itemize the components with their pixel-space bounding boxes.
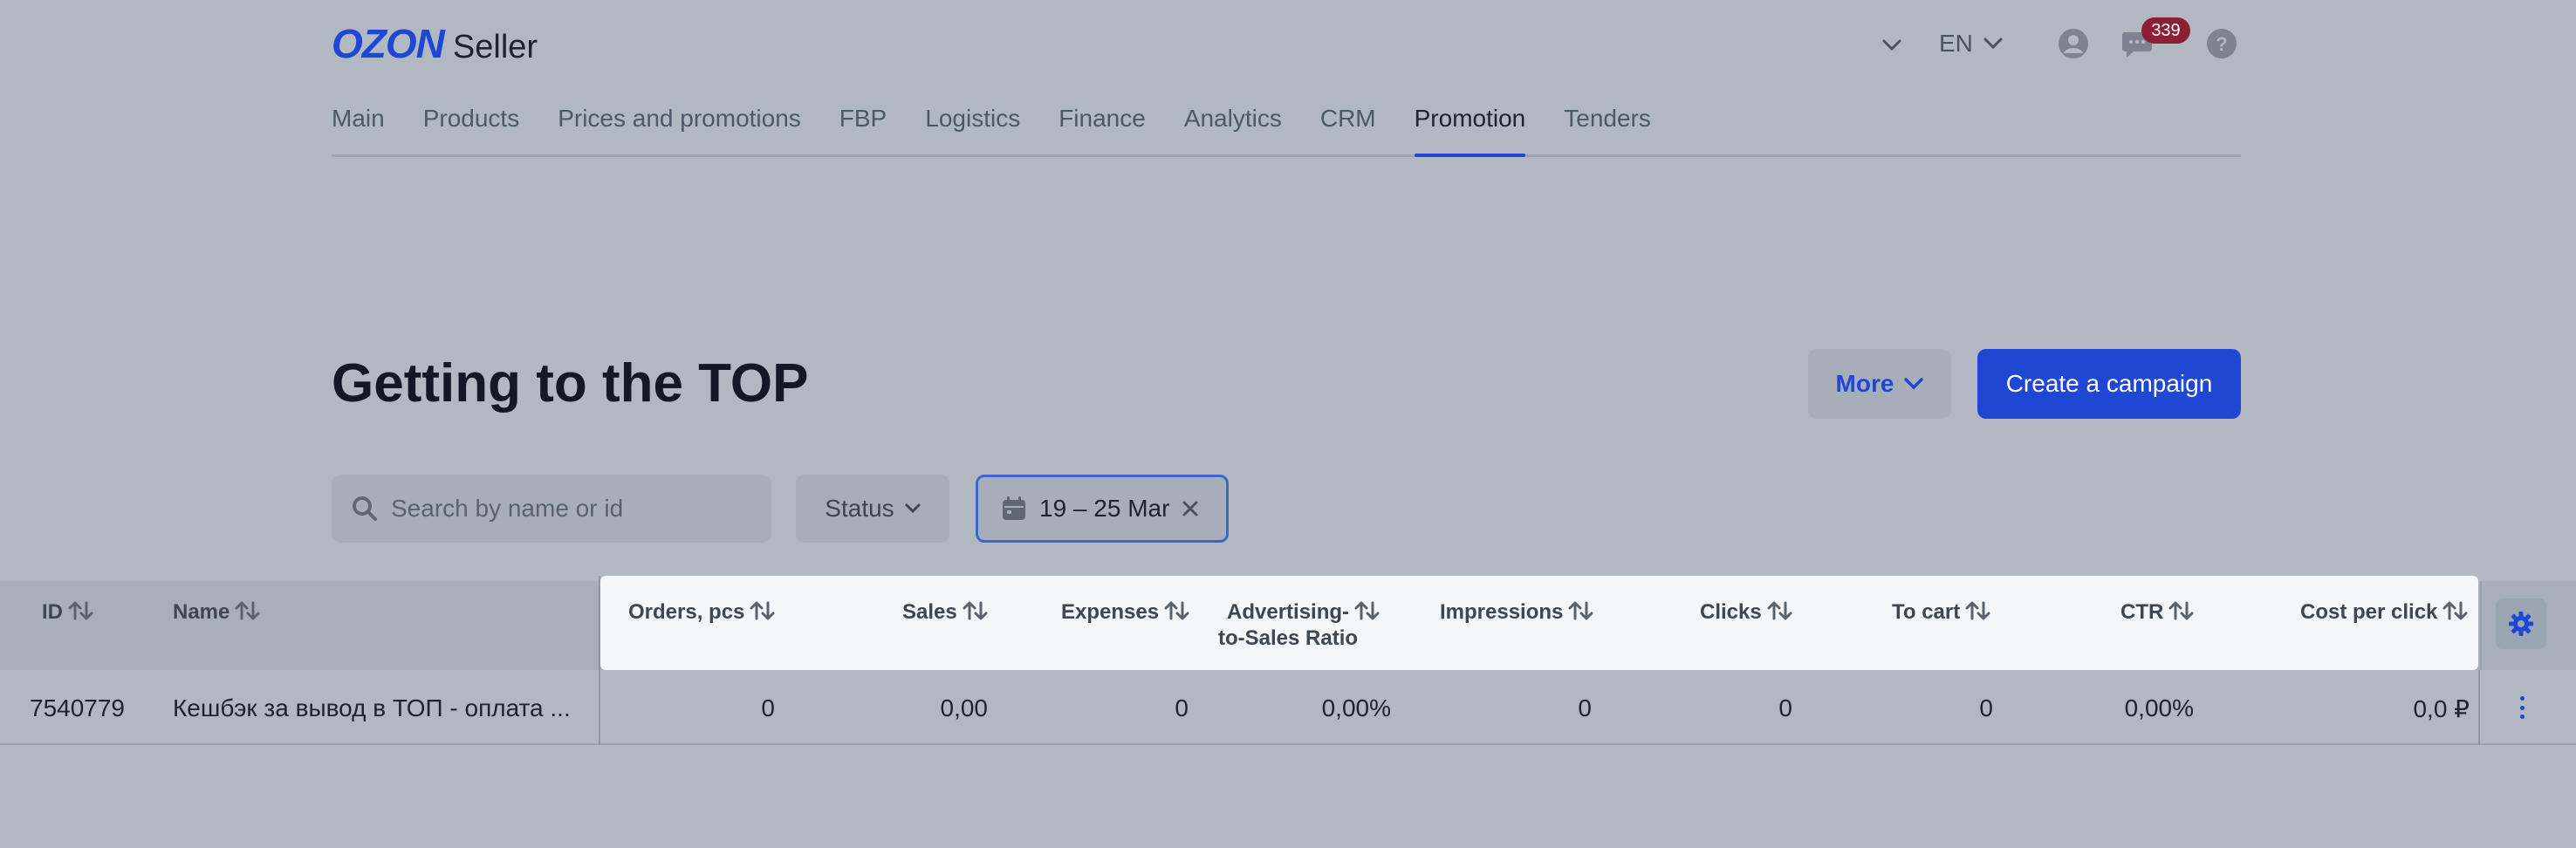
chat-notification-badge: 339 xyxy=(2141,17,2190,44)
column-header-clicks-label: Clicks xyxy=(1700,600,1762,624)
svg-text:?: ? xyxy=(2216,33,2227,55)
column-header-sales[interactable]: Sales xyxy=(902,600,989,625)
nav-item-fbp[interactable]: FBP xyxy=(839,101,887,154)
nav-item-promotion[interactable]: Promotion xyxy=(1414,101,1525,157)
column-header-impressions-label: Impressions xyxy=(1440,600,1564,624)
column-header-ratio-line2: to-Sales Ratio xyxy=(1218,626,1359,650)
column-header-id[interactable]: ID xyxy=(42,600,94,625)
kebab-dot xyxy=(2519,696,2525,701)
chevron-down-icon xyxy=(905,503,921,514)
column-header-clicks[interactable]: Clicks xyxy=(1700,600,1793,625)
cell-impressions: 0 xyxy=(1578,694,1592,721)
sort-icon xyxy=(2442,601,2468,620)
date-range-value: 19 – 25 Mar xyxy=(1039,495,1170,522)
column-header-ctr-label: CTR xyxy=(2120,600,2164,624)
nav-item-analytics[interactable]: Analytics xyxy=(1184,101,1282,154)
chevron-down-icon xyxy=(1983,38,2003,50)
column-header-name-label: Name xyxy=(173,600,230,624)
column-header-to-cart-label: To cart xyxy=(1892,600,1961,624)
sort-icon xyxy=(68,601,93,620)
nav-item-logistics[interactable]: Logistics xyxy=(925,101,1020,154)
column-header-ratio-line1: Advertising- xyxy=(1227,600,1350,624)
status-filter[interactable]: Status xyxy=(796,475,949,543)
column-header-impressions[interactable]: Impressions xyxy=(1440,600,1594,625)
column-header-name[interactable]: Name xyxy=(173,600,261,625)
cell-name[interactable]: Кешбэк за вывод в ТОП - оплата ... xyxy=(173,694,583,722)
search-input[interactable] xyxy=(391,495,757,523)
cell-expenses: 0 xyxy=(1175,694,1189,721)
cell-ad-sales-ratio: 0,00% xyxy=(1321,694,1391,721)
language-selector[interactable]: EN xyxy=(1939,26,2003,61)
clear-date-close-icon[interactable] xyxy=(1182,500,1199,517)
nav-item-products[interactable]: Products xyxy=(423,101,520,154)
kebab-dot xyxy=(2519,705,2525,710)
calendar-icon xyxy=(1003,496,1025,520)
sort-icon xyxy=(750,601,775,620)
column-header-ctr[interactable]: CTR xyxy=(2120,600,2195,625)
cell-cost-per-click: 0,0 ₽ xyxy=(2413,695,2470,722)
sort-icon xyxy=(1568,601,1593,620)
gear-icon xyxy=(2509,612,2533,636)
search-field[interactable] xyxy=(332,475,771,543)
nav-item-finance[interactable]: Finance xyxy=(1058,101,1146,154)
cell-orders: 0 xyxy=(761,694,775,721)
column-header-cost-per-click[interactable]: Cost per click xyxy=(2300,600,2469,625)
column-header-to-cart[interactable]: To cart xyxy=(1892,600,1991,625)
more-button-label: More xyxy=(1835,370,1894,397)
sort-icon xyxy=(2168,601,2194,620)
column-divider xyxy=(2478,670,2480,745)
main-navigation: Main Products Prices and promotions FBP … xyxy=(332,101,2241,157)
logo-brand: OZON xyxy=(332,21,445,66)
column-header-cpc-label: Cost per click xyxy=(2300,600,2438,624)
cell-clicks: 0 xyxy=(1778,694,1792,721)
more-button[interactable]: More xyxy=(1808,349,1951,419)
nav-item-main[interactable]: Main xyxy=(332,101,385,154)
column-header-ad-sales-ratio[interactable]: Advertising- to-Sales Ratio xyxy=(1218,600,1389,651)
cell-to-cart: 0 xyxy=(1979,694,1993,721)
sort-icon xyxy=(235,601,260,620)
table-settings-button[interactable] xyxy=(2496,598,2546,649)
column-header-sales-label: Sales xyxy=(902,600,957,624)
column-header-id-label: ID xyxy=(42,600,63,624)
sort-icon xyxy=(1965,601,1990,620)
nav-item-prices-and-promotions[interactable]: Prices and promotions xyxy=(558,101,801,154)
sort-icon xyxy=(1354,601,1380,620)
nav-item-crm[interactable]: CRM xyxy=(1320,101,1376,154)
account-switch-chevron-icon[interactable] xyxy=(1876,30,1908,61)
search-icon xyxy=(353,496,377,521)
kebab-dot xyxy=(2519,715,2525,719)
ozon-seller-logo[interactable]: OZON Seller xyxy=(332,21,538,66)
help-icon[interactable]: ? xyxy=(2204,26,2239,61)
chevron-down-icon xyxy=(1904,378,1924,390)
cell-sales: 0,00 xyxy=(940,694,989,721)
sort-icon xyxy=(1767,601,1792,620)
page-title: Getting to the TOP xyxy=(332,353,809,414)
column-header-expenses[interactable]: Expenses xyxy=(1061,600,1190,625)
sort-icon xyxy=(1164,601,1189,620)
row-actions-kebab-icon[interactable] xyxy=(2515,694,2529,721)
column-divider xyxy=(599,576,600,745)
language-label: EN xyxy=(1939,30,1973,57)
column-header-orders-label: Orders, pcs xyxy=(628,600,745,624)
logo-suffix: Seller xyxy=(452,29,538,65)
nav-item-tenders[interactable]: Tenders xyxy=(1564,101,1651,154)
date-range-filter[interactable]: 19 – 25 Mar xyxy=(976,475,1229,543)
ad-sales-ratio-line1-wrap: Advertising- xyxy=(1227,600,1380,625)
column-header-expenses-label: Expenses xyxy=(1061,600,1160,624)
cell-ctr: 0,00% xyxy=(2124,694,2194,721)
status-filter-label: Status xyxy=(825,495,894,522)
column-header-orders[interactable]: Orders, pcs xyxy=(628,600,776,625)
user-profile-icon[interactable] xyxy=(2056,26,2091,61)
create-campaign-button[interactable]: Create a campaign xyxy=(1977,349,2241,419)
cell-id: 7540779 xyxy=(30,694,126,721)
sort-icon xyxy=(963,601,988,620)
